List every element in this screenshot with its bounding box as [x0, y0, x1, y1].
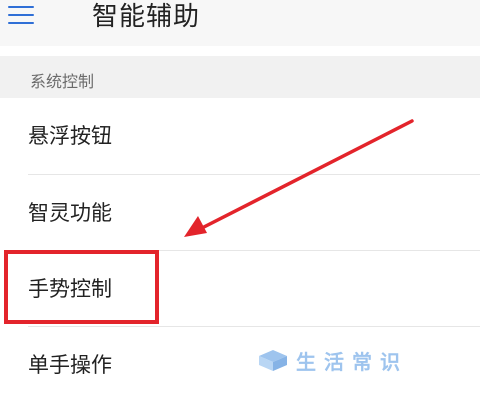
list-item-label: 悬浮按钮 — [28, 124, 112, 148]
list-item-floating-button[interactable]: 悬浮按钮 — [0, 98, 480, 174]
list-item-smart-feature[interactable]: 智灵功能 — [0, 175, 480, 251]
section-header: 系统控制 — [0, 56, 480, 98]
menu-icon[interactable] — [8, 4, 34, 26]
watermark: 生活常识 — [256, 348, 408, 374]
app-header: 智能辅助 — [0, 0, 480, 46]
section-label: 系统控制 — [30, 72, 95, 91]
watermark-text: 生活常识 — [296, 349, 408, 374]
page-title: 智能辅助 — [92, 2, 201, 32]
list-item-label: 单手操作 — [28, 353, 112, 377]
highlight-box — [4, 250, 159, 324]
cube-logo-icon — [259, 350, 287, 371]
list-item-one-hand-mode[interactable]: 单手操作 — [0, 327, 480, 403]
list-item-label: 智灵功能 — [28, 201, 112, 225]
